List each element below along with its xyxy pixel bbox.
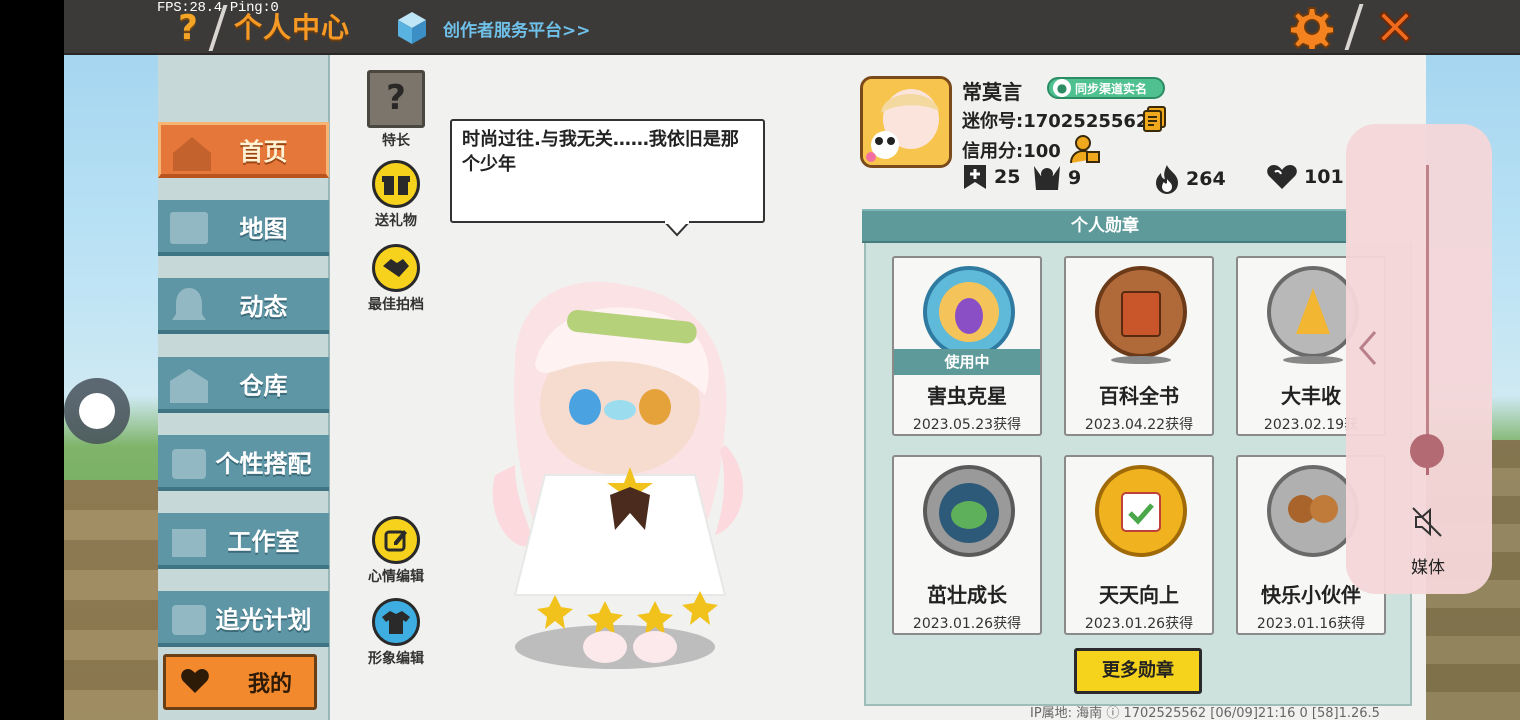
bookmark-plus-icon: [964, 165, 986, 189]
sidebar-item-label: 追光计划: [215, 605, 312, 634]
muted-speaker-icon[interactable]: [1410, 505, 1444, 539]
medal-date: 2023.05.23获得: [912, 417, 1022, 433]
best-partner-button[interactable]: 最佳拍档: [356, 244, 436, 314]
in-use-badge: 使用中: [894, 349, 1040, 375]
medal-card[interactable]: 使用中 害虫克星 2023.05.23获得: [892, 256, 1042, 436]
medal-date: 2023.01.26获得: [1084, 616, 1194, 632]
sidebar-item-label: 个性搭配: [215, 449, 312, 478]
sidebar-item-warehouse[interactable]: 仓库: [158, 357, 329, 413]
floating-dot: [79, 393, 115, 429]
sidebar-item-label: 地图: [239, 214, 288, 243]
avatar[interactable]: [860, 76, 952, 168]
fans-icon: [1034, 166, 1060, 190]
sidebar-item-studio[interactable]: 工作室: [158, 513, 329, 569]
medal-name: 百科全书: [1099, 384, 1179, 408]
talent-label: 特长: [382, 133, 410, 149]
question-block-icon: ?: [367, 70, 425, 128]
stat-fans: 9: [1032, 164, 1081, 192]
page-title: 个人中心: [234, 11, 351, 44]
encyclopedia-medal-icon: [1095, 266, 1187, 364]
image-edit-button[interactable]: 形象编辑: [356, 598, 436, 668]
mine-label: 我的: [247, 672, 292, 697]
credit-person-icon[interactable]: [1070, 134, 1100, 164]
talent-button[interactable]: ? 特长: [356, 70, 436, 150]
volume-track[interactable]: [1426, 165, 1429, 450]
copy-icon[interactable]: [1143, 106, 1167, 132]
more-medals-button[interactable]: 更多勋章: [1074, 648, 1202, 694]
close-icon[interactable]: [1372, 4, 1418, 50]
handshake-icon: [372, 244, 420, 292]
floating-assist-button[interactable]: [64, 378, 130, 444]
sync-realname-badge[interactable]: ● 同步渠道实名: [1047, 77, 1165, 99]
sidebar-item-map[interactable]: 地图: [158, 200, 329, 256]
medal-card[interactable]: 百科全书 2023.04.22获得: [1064, 256, 1214, 436]
character-avatar[interactable]: [455, 255, 775, 675]
gift-button[interactable]: 送礼物: [356, 160, 436, 230]
mini-id: 迷你号:1702525562: [962, 111, 1149, 132]
username: 常莫言: [962, 80, 1022, 104]
stat-collects: 25: [962, 164, 1020, 190]
volume-slider-knob[interactable]: [1410, 434, 1444, 468]
sidebar-item-label: 仓库: [239, 371, 288, 400]
mood-edit-label: 心情编辑: [368, 569, 424, 585]
medal-header: 个人勋章: [862, 209, 1348, 243]
medal-name: 茁壮成长: [927, 583, 1007, 607]
sidebar-item-plan[interactable]: 追光计划: [158, 591, 329, 647]
sidebar-item-home[interactable]: 首页: [158, 122, 329, 178]
edit-icon: [372, 516, 420, 564]
gift-label: 送礼物: [375, 213, 417, 229]
sidebar-item-label: 动态: [239, 292, 288, 321]
gift-icon: [372, 160, 420, 208]
progress-medal-icon: [1095, 465, 1187, 557]
mood-bubble[interactable]: 时尚过往.与我无关……我依旧是那个少年: [450, 119, 765, 223]
best-partner-label: 最佳拍档: [368, 297, 424, 313]
bubble-tail: [664, 221, 690, 237]
stat-heat: 264: [1154, 164, 1226, 194]
credit-score: 信用分:100: [962, 141, 1061, 162]
flame-icon: [1156, 165, 1178, 194]
likes-heart-icon: [1267, 165, 1297, 189]
medal-date: 2023.01.16获得: [1256, 616, 1366, 632]
medal-name: 天天向上: [1099, 583, 1179, 607]
medal-date: 2023.04.22获得: [1084, 417, 1194, 433]
sidebar-item-outfit[interactable]: 个性搭配: [158, 435, 329, 491]
likes-count: 101: [1304, 166, 1344, 188]
medal-card[interactable]: 天天向上 2023.01.26获得: [1064, 455, 1214, 635]
collects-count: 25: [994, 166, 1021, 188]
sidebar-item-feed[interactable]: 动态: [158, 278, 329, 334]
volume-label: 媒体: [1411, 558, 1445, 578]
gear-icon[interactable]: [1289, 5, 1335, 53]
growth-medal-icon: [923, 465, 1015, 557]
medal-date: 2023.01.26获得: [912, 616, 1022, 632]
medal-card[interactable]: 茁壮成长 2023.01.26获得: [892, 455, 1042, 635]
scenery-block: [64, 480, 164, 720]
footer-info: IP属地: 海南 ⓘ 1702525562 [06/09]21:16 0 [58…: [1030, 706, 1380, 720]
medal-name: 害虫克星: [927, 384, 1007, 408]
image-edit-label: 形象编辑: [368, 651, 424, 667]
sync-badge-label: 同步渠道实名: [1075, 81, 1148, 96]
help-icon[interactable]: ?: [170, 8, 206, 48]
stat-likes: 101: [1266, 164, 1344, 190]
heat-count: 264: [1186, 168, 1226, 190]
cube-icon[interactable]: [396, 10, 428, 46]
sidebar-item-label: 工作室: [227, 527, 300, 556]
chevron-left-icon[interactable]: [1355, 328, 1381, 368]
mood-edit-button[interactable]: 心情编辑: [356, 516, 436, 586]
creator-platform-link[interactable]: 创作者服务平台>>: [443, 16, 591, 41]
user-icon: ●: [1053, 79, 1071, 97]
heart-icon: [181, 669, 209, 693]
shirt-icon: [372, 598, 420, 646]
fans-count: 9: [1068, 167, 1082, 189]
sidebar-item-label: 首页: [239, 138, 288, 166]
